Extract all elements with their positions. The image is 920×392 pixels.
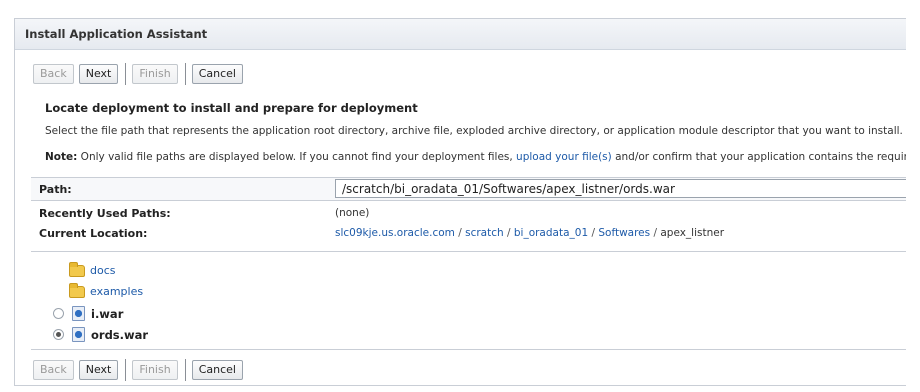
breadcrumb-current: apex_listner (660, 227, 725, 239)
recent-paths-row: Recently Used Paths: (none) (31, 204, 906, 222)
file-browser: docs examples i.war ords.war (31, 251, 906, 350)
back-button[interactable]: Back (33, 64, 74, 84)
recent-paths-label: Recently Used Paths: (39, 206, 171, 220)
path-row: Path: (31, 177, 906, 201)
note-text: Note: Only valid file paths are displaye… (45, 151, 906, 163)
upload-files-link[interactable]: upload your file(s) (516, 151, 612, 163)
current-location-row: Current Location: slc09kje.us.oracle.com… (31, 224, 906, 242)
breadcrumb-softwares-link[interactable]: Softwares (598, 227, 650, 239)
folder-link[interactable]: examples (90, 285, 143, 298)
archive-file-icon (72, 306, 85, 321)
section-description: Select the file path that represents the… (45, 125, 906, 137)
breadcrumb: slc09kje.us.oracle.com / scratch / bi_or… (335, 227, 724, 239)
section-heading: Locate deployment to install and prepare… (45, 101, 418, 115)
breadcrumb-host-link[interactable]: slc09kje.us.oracle.com (335, 227, 455, 239)
file-item-ords-war: ords.war (53, 327, 148, 342)
next-button[interactable]: Next (78, 360, 119, 380)
file-name: i.war (91, 306, 124, 321)
path-input[interactable] (335, 179, 906, 198)
breadcrumb-scratch-link[interactable]: scratch (465, 227, 504, 239)
panel-title: Install Application Assistant (15, 19, 906, 50)
button-separator (184, 359, 186, 381)
divider (31, 349, 906, 350)
button-separator (184, 63, 186, 85)
folder-icon (69, 282, 85, 298)
finish-button[interactable]: Finish (132, 64, 178, 84)
breadcrumb-separator: / (454, 227, 466, 239)
next-button[interactable]: Next (78, 64, 119, 84)
breadcrumb-bi-oradata-link[interactable]: bi_oradata_01 (514, 227, 588, 239)
path-label: Path: (39, 182, 72, 196)
note-text-before: Only valid file paths are displayed belo… (77, 151, 517, 163)
breadcrumb-separator: / (588, 227, 599, 239)
recent-paths-value: (none) (335, 207, 370, 219)
folder-icon (69, 261, 85, 277)
file-item-i-war: i.war (53, 306, 123, 321)
button-separator (125, 359, 127, 381)
current-location-label: Current Location: (39, 226, 148, 240)
install-assistant-panel: Install Application Assistant Back Next … (14, 18, 906, 386)
note-text-after: and/or confirm that your application con… (611, 151, 906, 163)
button-separator (125, 63, 127, 85)
bottom-button-bar: Back Next Finish Cancel (33, 359, 248, 381)
cancel-button[interactable]: Cancel (191, 64, 243, 84)
breadcrumb-separator: / (650, 227, 661, 239)
file-radio[interactable] (53, 308, 64, 319)
file-radio-selected[interactable] (53, 329, 64, 340)
note-label: Note: (45, 151, 78, 163)
folder-item-examples[interactable]: examples (69, 282, 143, 298)
folder-item-docs[interactable]: docs (69, 261, 116, 277)
top-button-bar: Back Next Finish Cancel (33, 63, 248, 85)
back-button[interactable]: Back (33, 360, 74, 380)
location-properties: Path: Recently Used Paths: (none) Curren… (31, 177, 906, 242)
archive-file-icon (72, 327, 85, 342)
breadcrumb-separator: / (503, 227, 514, 239)
file-name: ords.war (91, 327, 149, 342)
cancel-button[interactable]: Cancel (191, 360, 243, 380)
folder-link[interactable]: docs (90, 264, 116, 277)
finish-button[interactable]: Finish (132, 360, 178, 380)
